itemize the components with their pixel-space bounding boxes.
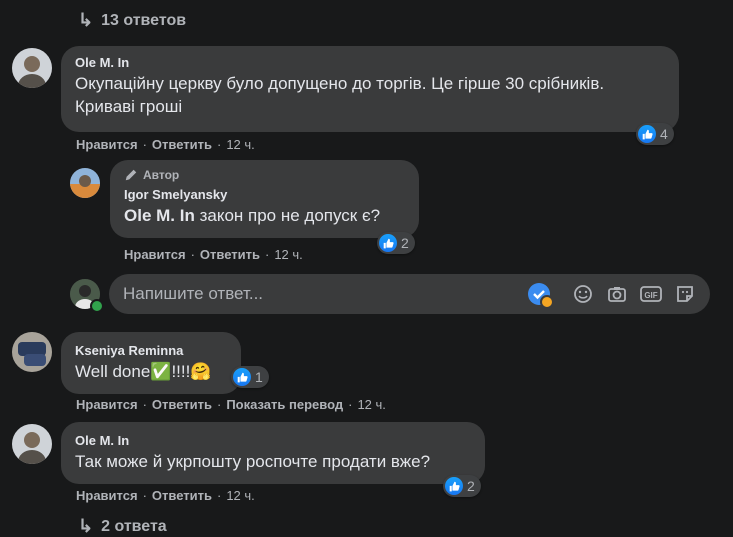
- thumbs-up-icon: [379, 234, 397, 252]
- reaction-number: 4: [660, 126, 668, 142]
- reply-button[interactable]: Ответить: [152, 488, 212, 503]
- comment-bubble: Ole M. In Так може й укрпошту роспочте п…: [61, 422, 485, 484]
- comment-text: Well done✅!!!!🤗: [75, 360, 227, 383]
- avatar[interactable]: [12, 424, 52, 464]
- svg-text:GIF: GIF: [644, 291, 657, 300]
- grammar-check-icon[interactable]: [526, 281, 554, 309]
- timestamp[interactable]: 12 ч.: [226, 137, 254, 152]
- comment-actions: Нравится · Ответить · 12 ч.: [76, 488, 255, 503]
- sticker-icon[interactable]: [672, 281, 698, 307]
- reaction-number: 2: [401, 235, 409, 251]
- gif-icon[interactable]: GIF: [638, 281, 664, 307]
- reply-input[interactable]: [121, 283, 526, 305]
- reaction-number: 1: [255, 369, 263, 385]
- comment-actions: Нравится · Ответить · 12 ч.: [124, 247, 303, 262]
- comment-text: Ole M. In закон про не допуск є?: [124, 204, 405, 227]
- reaction-number: 2: [467, 478, 475, 494]
- comment-author[interactable]: Ole M. In: [75, 55, 665, 70]
- comment-text-body: Well done: [75, 362, 151, 381]
- reply-input-box: GIF: [109, 274, 710, 314]
- reaction-count[interactable]: 2: [377, 232, 415, 254]
- like-button[interactable]: Нравится: [124, 247, 186, 262]
- smiley-icon[interactable]: [570, 281, 596, 307]
- reaction-count[interactable]: 2: [443, 475, 481, 497]
- reaction-count[interactable]: 1: [231, 366, 269, 388]
- view-replies-link[interactable]: ↳ 13 ответов: [78, 10, 186, 31]
- comment-text-body: закон про не допуск є?: [194, 206, 381, 225]
- comment-author[interactable]: Igor Smelyansky: [124, 187, 405, 202]
- comment-actions: Нравится · Ответить · Показать перевод ·…: [76, 397, 386, 412]
- avatar-image: [12, 332, 52, 372]
- view-replies-label: 2 ответа: [101, 517, 167, 535]
- author-badge: Автор: [124, 168, 405, 182]
- like-button[interactable]: Нравится: [76, 397, 138, 412]
- comment-actions: Нравится · Ответить · 12 ч.: [76, 137, 255, 152]
- view-replies-link[interactable]: ↳ 2 ответа: [78, 516, 167, 537]
- timestamp[interactable]: 12 ч.: [226, 488, 254, 503]
- reply-arrow-icon: ↳: [78, 10, 94, 30]
- timestamp[interactable]: 12 ч.: [274, 247, 302, 262]
- comment-text: Окупаційну церкву було допущено до торгі…: [75, 74, 605, 116]
- thumbs-up-icon: [233, 368, 251, 386]
- like-button[interactable]: Нравится: [76, 137, 138, 152]
- online-status-dot: [90, 299, 104, 313]
- author-badge-label: Автор: [143, 168, 180, 182]
- avatar-image: [70, 168, 100, 198]
- pencil-icon: [125, 169, 137, 181]
- reaction-count[interactable]: 4: [636, 123, 674, 145]
- avatar[interactable]: [12, 332, 52, 372]
- like-button[interactable]: Нравится: [76, 488, 138, 503]
- show-translation-button[interactable]: Показать перевод: [226, 397, 343, 412]
- comment-author[interactable]: Kseniya Reminna: [75, 343, 227, 358]
- reply-button[interactable]: Ответить: [152, 397, 212, 412]
- reply-button[interactable]: Ответить: [200, 247, 260, 262]
- thumbs-up-icon: [638, 125, 656, 143]
- mention-link[interactable]: Ole M. In: [124, 206, 195, 225]
- reply-arrow-icon: ↳: [78, 516, 94, 536]
- comment-bubble: Автор Igor Smelyansky Ole M. In закон пр…: [110, 160, 419, 238]
- avatar-image: [12, 424, 52, 464]
- thumbs-up-icon: [445, 477, 463, 495]
- timestamp[interactable]: 12 ч.: [357, 397, 385, 412]
- camera-icon[interactable]: [604, 281, 630, 307]
- comment-bubble: Kseniya Reminna Well done✅!!!!🤗: [61, 332, 241, 394]
- comment-text: Так може й укрпошту роспочте продати вже…: [75, 452, 431, 471]
- avatar[interactable]: [12, 48, 52, 88]
- view-replies-label: 13 ответов: [101, 11, 187, 29]
- avatar[interactable]: [70, 168, 100, 198]
- comment-author[interactable]: Ole M. In: [75, 433, 471, 448]
- reply-button[interactable]: Ответить: [152, 137, 212, 152]
- comment-bubble: Ole M. In Окупаційну церкву було допущен…: [61, 46, 679, 132]
- emoji-text: ✅!!!!🤗: [150, 362, 212, 381]
- avatar-image: [12, 48, 52, 88]
